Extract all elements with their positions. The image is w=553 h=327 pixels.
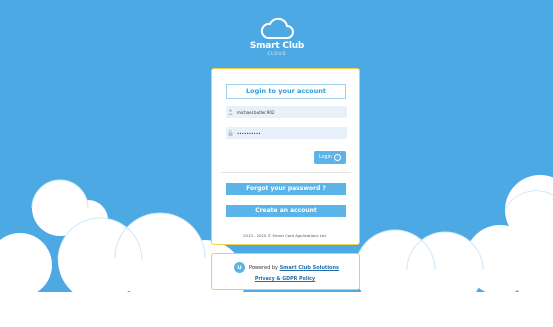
cloud-icon bbox=[260, 17, 294, 39]
username-value: michael.butler.902 bbox=[237, 109, 275, 115]
powered-prefix: Powered by bbox=[249, 264, 278, 271]
login-title: Login to your account bbox=[226, 84, 346, 99]
user-icon bbox=[226, 106, 235, 118]
login-button[interactable]: Login › bbox=[314, 151, 346, 164]
create-account-button[interactable]: Create an account bbox=[226, 205, 346, 217]
privacy-policy-link[interactable]: Privacy & GDPR Policy bbox=[212, 277, 358, 282]
copyright-text: 2013 - 2020 © Smart Card Applications Lt… bbox=[243, 233, 327, 238]
login-label: Login bbox=[319, 155, 332, 160]
brand-name: Smart Club bbox=[249, 41, 305, 51]
brand-sub: CLOUD bbox=[267, 51, 287, 56]
lock-icon bbox=[226, 127, 235, 139]
password-field[interactable]: •••••••••• bbox=[226, 127, 347, 139]
divider bbox=[221, 172, 351, 173]
powered-row: u Powered by Smart Club Solutions bbox=[234, 262, 339, 273]
password-value: •••••••••• bbox=[237, 130, 261, 136]
forgot-password-button[interactable]: Forgot your password ? bbox=[226, 183, 346, 195]
powered-card: u Powered by Smart Club Solutions Privac… bbox=[211, 253, 360, 290]
brand-logo: Smart Club CLOUD bbox=[240, 16, 314, 62]
smart-club-solutions-link[interactable]: Smart Club Solutions bbox=[280, 265, 339, 271]
powered-text: Powered by Smart Club Solutions bbox=[249, 265, 339, 271]
login-card: Login to your account michael.butler.902… bbox=[211, 68, 360, 245]
username-field[interactable]: michael.butler.902 bbox=[226, 106, 347, 118]
smart-club-logo-icon: u bbox=[234, 262, 245, 273]
arrow-right-circle-icon: › bbox=[333, 154, 341, 161]
